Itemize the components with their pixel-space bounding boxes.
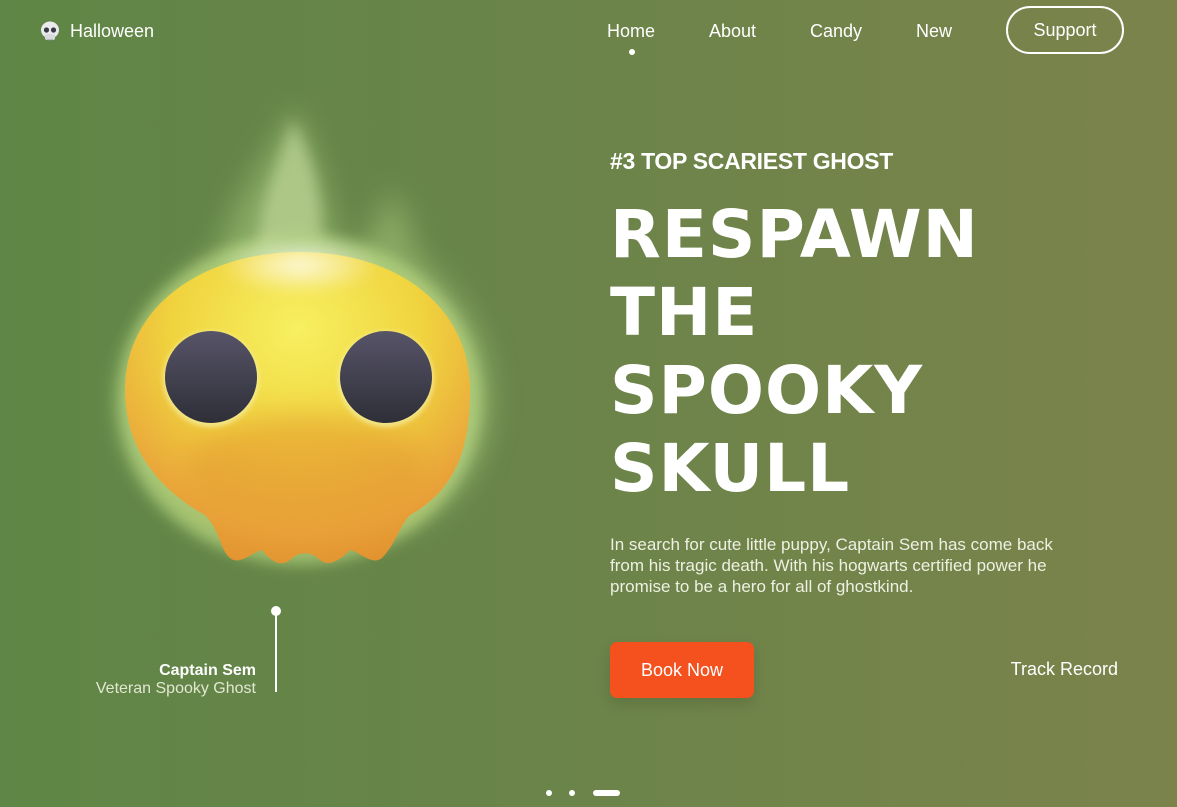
headline-line-3: SPOOKY — [610, 352, 924, 429]
skull-illustration — [70, 90, 530, 590]
pager-dot-active[interactable] — [593, 790, 620, 796]
pager-dot-1[interactable] — [546, 790, 552, 796]
nav-candy[interactable]: Candy — [810, 21, 862, 42]
nav-new[interactable]: New — [916, 21, 952, 42]
headline-line-2: THE — [610, 274, 759, 351]
caption-pointer-line — [275, 612, 277, 692]
skull-ghost-icon — [118, 105, 492, 565]
book-now-button[interactable]: Book Now — [610, 642, 754, 698]
nav-about[interactable]: About — [709, 21, 756, 42]
hero-headline: RESPAWN THE SPOOKY SKULL — [610, 196, 1130, 508]
brand-name: Halloween — [70, 20, 155, 41]
headline-line-1: RESPAWN — [610, 196, 979, 273]
headline-line-4: SKULL — [610, 430, 851, 507]
track-record-link[interactable]: Track Record — [1011, 659, 1118, 680]
hero-kicker: #3 TOP SCARIEST GHOST — [610, 148, 893, 174]
character-role: Veteran Spooky Ghost — [95, 680, 256, 697]
nav-home[interactable]: Home — [607, 21, 655, 42]
pager-dot-2[interactable] — [569, 790, 575, 796]
skull-icon — [41, 21, 59, 41]
brand-logo[interactable]: Halloween — [39, 20, 154, 42]
support-button[interactable]: Support — [1006, 6, 1124, 54]
character-name: Captain Sem — [159, 662, 256, 679]
nav-active-indicator — [629, 49, 635, 55]
hero-description: In search for cute little puppy, Captain… — [610, 535, 1053, 596]
